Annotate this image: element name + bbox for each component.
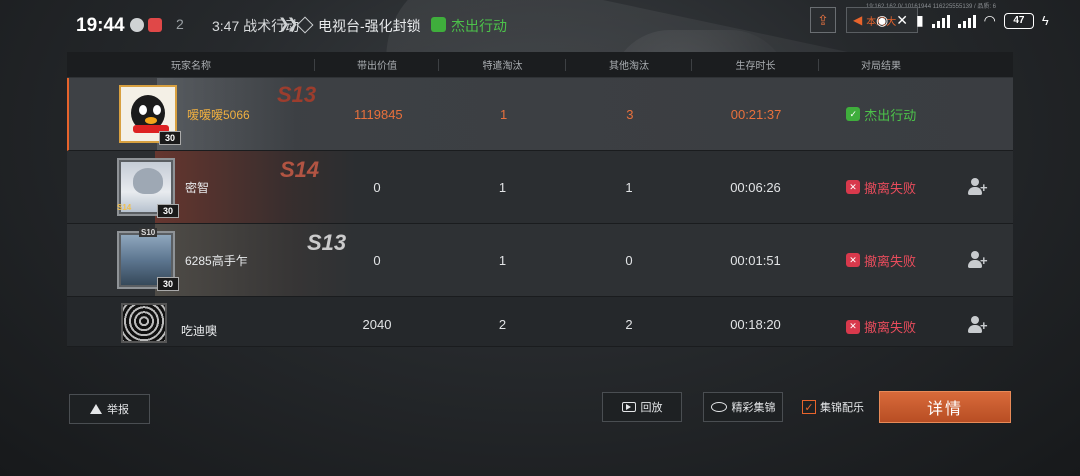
highlight-music-label: 集锦配乐 <box>820 402 864 414</box>
top-bar: 19:162 162 0/ 10161944 116225555139 / 品质… <box>0 0 1080 50</box>
replay-icon <box>621 402 636 412</box>
warning-icon <box>90 404 102 414</box>
player-name: 6285高手乍 <box>185 253 248 268</box>
report-button[interactable]: 举报 <box>69 394 150 424</box>
highlight-music-toggle[interactable]: ✓ 集锦配乐 <box>802 399 864 415</box>
player-name: 密智 <box>185 180 210 195</box>
signal-icon <box>931 14 950 28</box>
success-icon: ✓ <box>846 107 861 121</box>
survival-time: 00:18:20 <box>730 317 781 332</box>
signal-icon-2 <box>957 14 976 28</box>
extract-value: 0 <box>373 252 381 268</box>
col-player-name: 玩家名称 <box>67 57 315 72</box>
red-app-notification-icon <box>148 18 162 32</box>
special-kills: 1 <box>499 106 508 122</box>
table-row[interactable]: S13 30 嗳嗳嗳5066 1119845 1 3 00:21:37 ✓ 杰出行… <box>67 78 1013 151</box>
highlights-label: 精彩集锦 <box>731 402 776 414</box>
extract-value: 2040 <box>362 317 392 332</box>
share-icon: ⇪ <box>817 11 829 28</box>
special-kills: 1 <box>498 252 507 268</box>
extract-value: 1119845 <box>353 106 403 122</box>
fail-icon: ✕ <box>845 180 860 194</box>
result-badge: ✕ 撤离失败 <box>819 178 943 197</box>
col-match-result: 对局结果 <box>861 61 901 72</box>
eye-icon: ◉ <box>876 12 889 28</box>
replay-button[interactable]: 回放 <box>602 392 682 422</box>
table-row[interactable]: S14 S14 30 密智 0 1 1 00:06:26 ✕ 撤离失败 + <box>67 151 1013 224</box>
map-name: 电视台-强化封锁 <box>318 18 421 34</box>
level-badge: 30 <box>157 204 179 218</box>
table-row[interactable]: S13 S10 30 6285高手乍 0 1 0 00:01:51 ✕ 撤离失败 … <box>67 224 1013 297</box>
film-reel-icon <box>710 402 727 412</box>
mute-icon: ✕ <box>896 12 908 28</box>
other-kills: 3 <box>626 106 634 122</box>
result-badge: ✕ 撤离失败 <box>819 317 943 336</box>
player-name: 吃迪噢 <box>181 323 218 338</box>
chevron-right-icon: ❯❯ <box>278 15 299 31</box>
match-time: 3:47 <box>212 18 240 34</box>
charging-icon: ϟ <box>1041 13 1049 28</box>
player-name: 嗳嗳嗳5066 <box>187 107 250 122</box>
fail-icon: ✕ <box>845 319 860 334</box>
add-friend-icon[interactable]: + <box>967 177 989 197</box>
success-result-icon <box>431 17 446 32</box>
system-status-icons: ◉ ✕ ▮ ◠ 47 ϟ <box>876 12 1049 29</box>
survival-time: 00:21:37 <box>730 106 782 122</box>
other-kills: 0 <box>625 252 633 268</box>
vibrate-icon: ▮ <box>915 12 924 28</box>
battery-indicator: 47 <box>1003 12 1034 29</box>
match-date-fragment: 2 <box>176 16 184 32</box>
fail-icon: ✕ <box>845 253 860 267</box>
avatar[interactable]: 30 <box>119 85 181 145</box>
report-label: 举报 <box>107 404 129 416</box>
col-survival-time: 生存时长 <box>692 57 819 72</box>
level-badge: 30 <box>157 277 179 291</box>
megaphone-icon: ◀ <box>853 13 863 27</box>
notification-icons <box>130 18 162 32</box>
table-header: 玩家名称 带出价值 特遣淘汰 其他淘汰 生存时长 对局结果 <box>67 52 1013 78</box>
season-tag: S14 <box>117 203 132 212</box>
status-clock: 19:44 <box>76 15 125 36</box>
wifi-icon: ◠ <box>983 12 996 28</box>
details-button[interactable]: 详情 <box>879 391 1011 423</box>
survival-time: 00:01:51 <box>730 252 781 268</box>
level-badge: 30 <box>159 131 181 145</box>
scoreboard-table: 玩家名称 带出价值 特遣淘汰 其他淘汰 生存时长 对局结果 S13 30 嗳嗳嗳… <box>67 52 1013 347</box>
special-kills: 2 <box>498 317 507 332</box>
survival-time: 00:06:26 <box>730 179 781 195</box>
col-extract-value: 带出价值 <box>315 57 439 72</box>
col-special-kills: 特遣淘汰 <box>439 57 566 72</box>
highlight-music-checkbox[interactable]: ✓ <box>802 400 816 414</box>
extract-value: 0 <box>373 179 381 195</box>
other-kills: 2 <box>625 317 633 332</box>
add-friend-icon[interactable]: + <box>967 315 989 335</box>
penguin-avatar-icon <box>131 95 169 133</box>
avatar[interactable] <box>121 303 167 343</box>
replay-label: 回放 <box>640 402 663 414</box>
match-result: 杰出行动 <box>451 18 507 34</box>
other-kills: 1 <box>625 179 633 195</box>
result-badge: ✓ 杰出行动 <box>819 105 943 124</box>
result-badge: ✕ 撤离失败 <box>819 251 943 270</box>
avatar[interactable]: S10 30 <box>117 228 179 291</box>
app-notification-icon <box>130 18 144 32</box>
col-other-kills: 其他淘汰 <box>566 57 692 72</box>
share-button[interactable]: ⇪ <box>810 7 836 33</box>
table-row[interactable]: 吃迪噢 2040 2 2 00:18:20 ✕ 撤离失败 + <box>67 297 1013 347</box>
add-friend-icon[interactable]: + <box>967 250 989 270</box>
highlights-button[interactable]: 精彩集锦 <box>703 392 783 422</box>
avatar[interactable]: S14 30 <box>117 158 179 218</box>
season-tag: S10 <box>139 228 158 237</box>
special-kills: 1 <box>498 179 507 195</box>
